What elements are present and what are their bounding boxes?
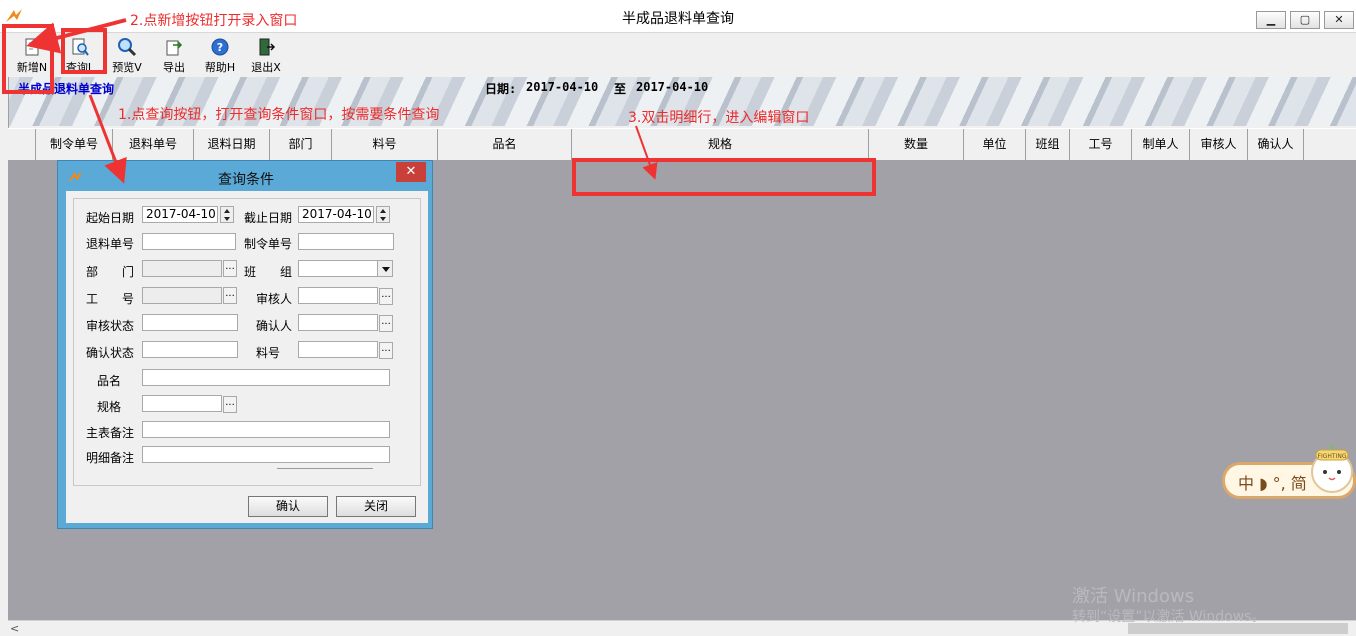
annotation-box-new <box>2 24 54 94</box>
department-input[interactable] <box>142 260 222 277</box>
detail-note-input[interactable] <box>142 446 390 463</box>
svg-text:?: ? <box>217 41 223 54</box>
export-button-label: 导出 <box>163 61 185 74</box>
column-header[interactable]: 班组 <box>1026 129 1070 160</box>
team-select[interactable] <box>298 260 378 277</box>
end-date-label: 截止日期 <box>244 211 293 225</box>
help-button-label: 帮助H <box>204 61 236 74</box>
annotation-box-query <box>61 28 107 74</box>
team-label: 班 组 <box>244 265 293 279</box>
part-no-input[interactable] <box>298 341 378 358</box>
minimize-button[interactable]: ▁ <box>1256 11 1286 29</box>
ime-status-text: 中 ◗ °, 简 <box>1238 474 1307 493</box>
column-header[interactable]: 规格 <box>572 129 869 160</box>
export-icon <box>166 40 183 56</box>
column-header[interactable]: 退料日期 <box>194 129 270 160</box>
dialog-title: 查询条件 <box>218 172 274 188</box>
query-conditions-dialog: 查询条件 ✕ 起始日期 2017-04-10 截止日期 2017-04-10 退… <box>57 160 433 529</box>
activation-watermark-title: 激活 Windows <box>1072 586 1195 607</box>
preview-icon <box>118 38 137 57</box>
spec-label: 规格 <box>97 400 122 414</box>
product-name-input[interactable] <box>142 369 390 386</box>
spec-browse-button[interactable]: ... <box>223 396 237 413</box>
column-header[interactable]: 确认人 <box>1248 129 1304 160</box>
annotation-step1: 1.点查询按钮，打开查询条件窗口，按需要条件查询 <box>118 107 440 123</box>
audit-status-label: 审核状态 <box>86 319 135 333</box>
end-date-spinner[interactable] <box>376 206 390 223</box>
confirm-status-input[interactable] <box>142 341 238 358</box>
close-window-button[interactable]: ✕ <box>1324 11 1354 29</box>
help-icon: ? <box>211 38 229 56</box>
annotation-box-detail-row <box>572 158 876 196</box>
column-header[interactable]: 审核人 <box>1190 129 1248 160</box>
confirmer-browse-button[interactable]: ... <box>379 315 393 332</box>
return-no-label: 退料单号 <box>86 237 135 251</box>
confirm-status-label: 确认状态 <box>86 346 135 360</box>
exit-button[interactable]: 退出X <box>244 33 288 75</box>
exit-icon <box>259 38 276 56</box>
start-date-label: 起始日期 <box>86 211 135 225</box>
date-label: 日期: <box>485 82 517 96</box>
help-button[interactable]: ? 帮助H <box>198 33 242 75</box>
start-date-spinner[interactable] <box>220 206 234 223</box>
auditor-label: 审核人 <box>256 292 293 306</box>
date-end: 2017-04-10 <box>636 80 709 94</box>
annotation-step3: 3.双击明细行，进入编辑窗口 <box>628 110 810 126</box>
start-date-input[interactable]: 2017-04-10 <box>142 206 218 223</box>
auditor-input[interactable] <box>298 287 378 304</box>
main-note-input[interactable] <box>142 421 390 438</box>
confirm-button[interactable]: 确认 <box>248 496 328 517</box>
department-browse-button[interactable]: ... <box>223 260 237 277</box>
column-header[interactable]: 退料单号 <box>113 129 194 160</box>
toolbar: 新增N 查询L 预览V 导出 ? 帮助H 退出X <box>0 33 1356 77</box>
activation-watermark-text: 转到“设置”以激活 Windows。 <box>1072 609 1266 625</box>
date-start: 2017-04-10 <box>526 80 599 94</box>
column-header[interactable]: 制令单号 <box>36 129 113 160</box>
column-header[interactable]: 单位 <box>964 129 1026 160</box>
order-no-label: 制令单号 <box>244 237 293 251</box>
audit-status-input[interactable] <box>142 314 238 331</box>
divider <box>277 468 373 469</box>
department-label: 部 门 <box>86 265 135 279</box>
column-header[interactable]: 制单人 <box>1132 129 1190 160</box>
part-no-label: 料号 <box>256 346 281 360</box>
spec-input[interactable] <box>142 395 222 412</box>
exit-button-label: 退出X <box>251 61 281 74</box>
auditor-browse-button[interactable]: ... <box>379 288 393 305</box>
date-to: 至 <box>614 82 627 96</box>
preview-button[interactable]: 预览V <box>105 33 149 75</box>
part-no-browse-button[interactable]: ... <box>379 342 393 359</box>
order-no-input[interactable] <box>298 233 394 250</box>
end-date-input[interactable]: 2017-04-10 <box>298 206 374 223</box>
maximize-button[interactable]: ▢ <box>1290 11 1320 29</box>
confirmer-input[interactable] <box>298 314 378 331</box>
grid-header: 制令单号 退料单号 退料日期 部门 料号 品名 规格 数量 单位 班组 工号 制… <box>8 128 1356 161</box>
fighting-badge-text: FIGHTING <box>1318 453 1347 460</box>
worker-no-label: 工 号 <box>86 292 135 306</box>
dialog-close-button[interactable]: ✕ <box>396 162 426 182</box>
annotation-step2: 2.点新增按钮打开录入窗口 <box>130 13 298 29</box>
dialog-body: 起始日期 2017-04-10 截止日期 2017-04-10 退料单号 制令单… <box>66 191 428 523</box>
worker-no-input[interactable] <box>142 287 222 304</box>
scroll-left-icon[interactable]: < <box>10 622 19 635</box>
confirmer-label: 确认人 <box>256 319 293 333</box>
row-indicator-column <box>8 129 36 160</box>
column-header[interactable]: 数量 <box>869 129 964 160</box>
preview-button-label: 预览V <box>112 61 142 74</box>
column-header[interactable]: 工号 <box>1070 129 1132 160</box>
return-no-input[interactable] <box>142 233 236 250</box>
column-header[interactable]: 料号 <box>332 129 438 160</box>
fighting-mascot-icon: FIGHTING <box>1311 444 1353 493</box>
export-button[interactable]: 导出 <box>152 33 196 75</box>
column-header[interactable]: 部门 <box>270 129 332 160</box>
product-name-label: 品名 <box>97 374 122 388</box>
detail-note-label: 明细备注 <box>86 451 135 465</box>
main-note-label: 主表备注 <box>86 426 135 440</box>
close-button[interactable]: 关闭 <box>336 496 416 517</box>
worker-no-browse-button[interactable]: ... <box>223 287 237 304</box>
column-header[interactable]: 品名 <box>438 129 572 160</box>
team-dropdown-icon[interactable] <box>377 260 393 277</box>
